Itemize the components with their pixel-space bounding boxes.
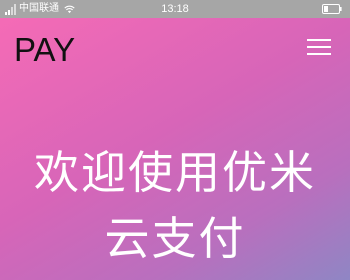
status-bar: 中国联通 13:18 [0,0,350,18]
menu-bar-middle [307,46,331,48]
status-time: 13:18 [161,3,189,15]
menu-bar-top [307,39,331,41]
menu-bar-bottom [307,53,331,55]
hero-banner: PAY 欢迎使用优米 云支付 [0,18,350,280]
hamburger-menu-icon[interactable] [307,39,331,55]
app-screen: 中国联通 13:18 PAY 欢迎使用优米 云支付 [0,0,350,280]
welcome-line-1: 欢迎使用优米 [33,146,316,199]
battery-icon [322,4,342,14]
brand-logo: PAY [14,31,76,68]
welcome-heading: 欢迎使用优米 云支付 [0,140,350,272]
welcome-line-2: 云支付 [104,212,246,265]
